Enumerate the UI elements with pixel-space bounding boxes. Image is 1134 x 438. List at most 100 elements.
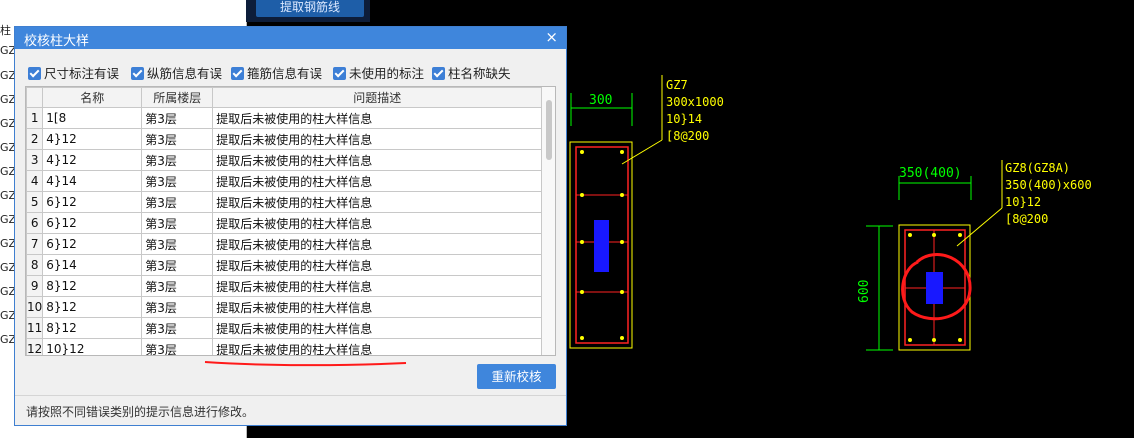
row-floor[interactable]: 第3层 [141, 275, 214, 297]
row-index[interactable]: 2 [26, 128, 44, 150]
row-name[interactable]: 4}12 [42, 149, 143, 171]
row-index[interactable]: 10 [26, 296, 44, 318]
row-floor[interactable]: 第3层 [141, 191, 214, 213]
gz8-fill [926, 272, 943, 304]
row-name[interactable]: 6}12 [42, 233, 143, 255]
checkbox-stirrup-error[interactable]: 箍筋信息有误 [231, 63, 322, 81]
divider [15, 395, 566, 396]
gz7-detail: 300 GZ7 300x1000 10}14 [8@200 [569, 75, 724, 349]
table-row[interactable]: 9 8}12 第3层 提取后未被使用的柱大样信息 [26, 275, 543, 297]
row-index[interactable]: 4 [26, 170, 44, 192]
row-description[interactable]: 提取后未被使用的柱大样信息 [212, 170, 543, 192]
header-floor[interactable]: 所属楼层 [141, 87, 214, 108]
row-description[interactable]: 提取后未被使用的柱大样信息 [212, 275, 543, 297]
row-name[interactable]: 4}12 [42, 128, 143, 150]
checkbox-label: 柱名称缺失 [448, 66, 511, 81]
row-description[interactable]: 提取后未被使用的柱大样信息 [212, 149, 543, 171]
row-name[interactable]: 8}12 [42, 317, 143, 339]
gz7-stirrup-text: [8@200 [666, 129, 709, 143]
row-index[interactable]: 7 [26, 233, 44, 255]
checkbox-label: 纵筋信息有误 [147, 66, 223, 81]
gz8-detail: 350(400) 600 GZ8(GZ8A) 350(400)x600 10}1… [857, 160, 1092, 351]
row-floor[interactable]: 第3层 [141, 170, 214, 192]
gz7-dim-text: 300 [589, 93, 612, 108]
close-icon[interactable]: × [545, 28, 558, 46]
table-row[interactable]: 1 1[8 第3层 提取后未被使用的柱大样信息 [26, 107, 543, 129]
row-description[interactable]: 提取后未被使用的柱大样信息 [212, 107, 543, 129]
table-row[interactable]: 11 8}12 第3层 提取后未被使用的柱大样信息 [26, 317, 543, 339]
row-name[interactable]: 6}12 [42, 212, 143, 234]
row-floor[interactable]: 第3层 [141, 128, 214, 150]
table-row[interactable]: 7 6}12 第3层 提取后未被使用的柱大样信息 [26, 233, 543, 255]
row-description[interactable]: 提取后未被使用的柱大样信息 [212, 191, 543, 213]
row-description[interactable]: 提取后未被使用的柱大样信息 [212, 212, 543, 234]
row-floor[interactable]: 第3层 [141, 233, 214, 255]
gz8-stirrup-text: [8@200 [1005, 212, 1048, 226]
gz8-size: 350(400)x600 [1005, 178, 1092, 192]
gz8-rebar: 10}12 [1005, 195, 1041, 209]
row-name[interactable]: 10}12 [42, 338, 143, 355]
row-description[interactable]: 提取后未被使用的柱大样信息 [212, 254, 543, 276]
checkbox-name-missing[interactable]: 柱名称缺失 [432, 63, 511, 81]
row-name[interactable]: 4}14 [42, 170, 143, 192]
row-name[interactable]: 6}14 [42, 254, 143, 276]
checkbox-checked-icon [28, 67, 41, 80]
row-floor[interactable]: 第3层 [141, 317, 214, 339]
row-description[interactable]: 提取后未被使用的柱大样信息 [212, 233, 543, 255]
vertical-scrollbar[interactable] [542, 87, 555, 355]
row-name[interactable]: 1[8 [42, 107, 143, 129]
row-name[interactable]: 8}12 [42, 296, 143, 318]
row-description[interactable]: 提取后未被使用的柱大样信息 [212, 296, 543, 318]
row-index[interactable]: 5 [26, 191, 44, 213]
issue-table: 名称 所属楼层 问题描述 1 1[8 第3层 提取后未被使用的柱大样信息 2 4}12 第3… [25, 86, 556, 356]
row-index[interactable]: 9 [26, 275, 44, 297]
table-row[interactable]: 8 6}14 第3层 提取后未被使用的柱大样信息 [26, 254, 543, 276]
status-text: 请按照不同错误类别的提示信息进行修改。 [26, 405, 255, 419]
checkbox-label: 箍筋信息有误 [247, 66, 323, 81]
row-index[interactable]: 8 [26, 254, 44, 276]
checkbox-unused-annotation[interactable]: 未使用的标注 [333, 63, 424, 81]
gz7-size: 300x1000 [666, 95, 724, 109]
table-row[interactable]: 2 4}12 第3层 提取后未被使用的柱大样信息 [26, 128, 543, 150]
gz7-name: GZ7 [666, 78, 688, 92]
recheck-button[interactable]: 重新校核 [477, 364, 556, 389]
row-floor[interactable]: 第3层 [141, 254, 214, 276]
row-floor[interactable]: 第3层 [141, 296, 214, 318]
row-description[interactable]: 提取后未被使用的柱大样信息 [212, 128, 543, 150]
row-index[interactable]: 3 [26, 149, 44, 171]
row-index[interactable]: 12 [26, 338, 44, 355]
gz7-fill [594, 220, 609, 272]
checkbox-long-rebar-error[interactable]: 纵筋信息有误 [131, 63, 222, 81]
dialog-titlebar[interactable]: 校核柱大样 × [15, 27, 566, 49]
gz8-name: GZ8(GZ8A) [1005, 161, 1070, 175]
table-row[interactable]: 10 8}12 第3层 提取后未被使用的柱大样信息 [26, 296, 543, 318]
row-index[interactable]: 1 [26, 107, 44, 129]
checkbox-checked-icon [231, 67, 244, 80]
row-floor[interactable]: 第3层 [141, 212, 214, 234]
row-floor[interactable]: 第3层 [141, 149, 214, 171]
row-name[interactable]: 8}12 [42, 275, 143, 297]
row-name[interactable]: 6}12 [42, 191, 143, 213]
row-floor[interactable]: 第3层 [141, 107, 214, 129]
table-row[interactable]: 12 10}12 第3层 提取后未被使用的柱大样信息 [26, 338, 543, 355]
dialog-title: 校核柱大样 [24, 34, 90, 49]
table-row[interactable]: 5 6}12 第3层 提取后未被使用的柱大样信息 [26, 191, 543, 213]
table-row[interactable]: 6 6}12 第3层 提取后未被使用的柱大样信息 [26, 212, 543, 234]
table-row[interactable]: 3 4}12 第3层 提取后未被使用的柱大样信息 [26, 149, 543, 171]
table-header-row: 名称 所属楼层 问题描述 [26, 87, 543, 108]
header-index [26, 87, 44, 108]
scrollbar-thumb[interactable] [546, 100, 552, 160]
checkbox-checked-icon [131, 67, 144, 80]
row-index[interactable]: 11 [26, 317, 44, 339]
header-name[interactable]: 名称 [42, 87, 143, 108]
checkbox-label: 尺寸标注有误 [44, 66, 120, 81]
header-description[interactable]: 问题描述 [212, 87, 543, 108]
row-floor[interactable]: 第3层 [141, 338, 214, 355]
table-row[interactable]: 4 4}14 第3层 提取后未被使用的柱大样信息 [26, 170, 543, 192]
row-description[interactable]: 提取后未被使用的柱大样信息 [212, 317, 543, 339]
row-index[interactable]: 6 [26, 212, 44, 234]
checkbox-dimension-error[interactable]: 尺寸标注有误 [28, 63, 119, 81]
checkbox-checked-icon [333, 67, 346, 80]
check-column-detail-dialog: 校核柱大样 × 尺寸标注有误 纵筋信息有误 箍筋信息有误 未使用的标注 柱名称缺… [14, 26, 567, 426]
row-description[interactable]: 提取后未被使用的柱大样信息 [212, 338, 543, 355]
